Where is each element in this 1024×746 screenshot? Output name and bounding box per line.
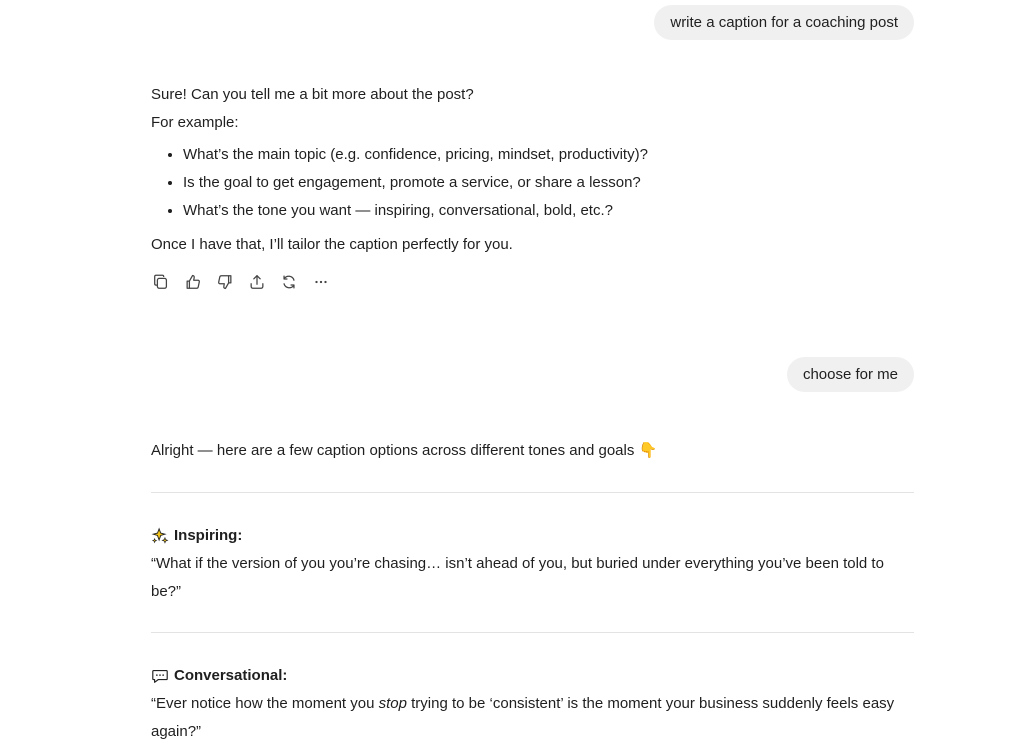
user-message: choose for me bbox=[786, 357, 914, 392]
assistant-for-example: For example: bbox=[151, 114, 239, 131]
option-quote: “What if the version of you you’re chasi… bbox=[151, 555, 884, 600]
caption-option: Conversational: “Ever notice how the mom… bbox=[151, 662, 914, 746]
thumbs-down-icon[interactable] bbox=[215, 272, 235, 292]
divider bbox=[151, 492, 914, 493]
option-heading-label: Conversational: bbox=[174, 667, 288, 684]
chat-page: write a caption for a coaching post Sure… bbox=[0, 0, 1024, 746]
list-item: What’s the tone you want — inspiring, co… bbox=[183, 197, 914, 225]
quote-text: “Ever notice how the moment you bbox=[151, 695, 379, 712]
regenerate-icon[interactable] bbox=[279, 272, 299, 292]
quote-emphasis: stop bbox=[378, 695, 407, 712]
list-item: What’s the main topic (e.g. confidence, … bbox=[183, 141, 914, 169]
option-heading: Inspiring: bbox=[151, 522, 914, 550]
list-item: Is the goal to get engagement, promote a… bbox=[183, 169, 914, 197]
speech-bubble-icon bbox=[151, 667, 171, 685]
assistant-message: Sure! Can you tell me a bit more about t… bbox=[151, 81, 914, 259]
user-message: write a caption for a coaching post bbox=[654, 5, 914, 40]
caption-option: Inspiring: “What if the version of you y… bbox=[151, 522, 914, 606]
sparkles-icon bbox=[151, 527, 171, 545]
assistant-intro: Alright — here are a few caption options… bbox=[151, 442, 658, 459]
more-icon[interactable] bbox=[311, 272, 331, 292]
divider bbox=[151, 632, 914, 633]
thumbs-up-icon[interactable] bbox=[183, 272, 203, 292]
option-quote: “Ever notice how the moment you stop try… bbox=[151, 690, 914, 746]
copy-icon[interactable] bbox=[151, 272, 171, 292]
option-heading-label: Inspiring: bbox=[174, 527, 243, 544]
share-icon[interactable] bbox=[247, 272, 267, 292]
question-list: What’s the main topic (e.g. confidence, … bbox=[151, 141, 914, 225]
option-heading: Conversational: bbox=[151, 662, 914, 690]
message-actions bbox=[151, 272, 331, 292]
assistant-closing: Once I have that, I’ll tailor the captio… bbox=[151, 236, 513, 253]
assistant-intro: Sure! Can you tell me a bit more about t… bbox=[151, 86, 474, 103]
